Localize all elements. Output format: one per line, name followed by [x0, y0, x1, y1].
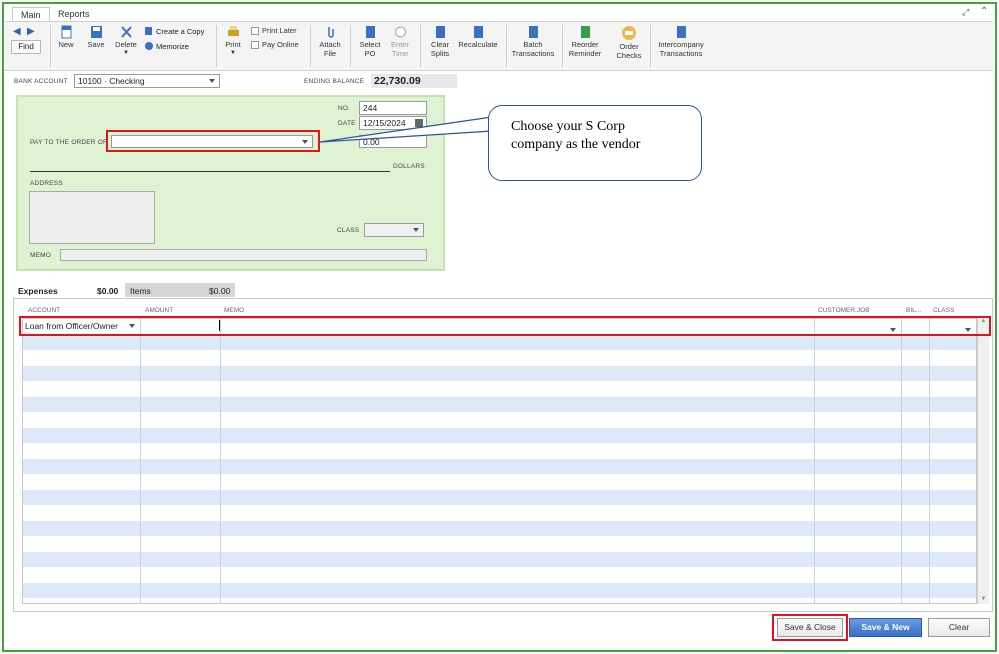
save-new-button[interactable]: Save & New — [849, 618, 922, 637]
date-label: DATE — [338, 120, 356, 127]
date-field[interactable]: 12/15/2024 — [359, 116, 427, 130]
col-account: ACCOUNT — [28, 307, 61, 314]
chevron-down-icon — [209, 79, 215, 83]
batch-icon — [528, 26, 538, 38]
table-row[interactable] — [23, 567, 976, 583]
table-row[interactable] — [23, 412, 976, 428]
col-customer-job: CUSTOMER:JOB — [818, 307, 870, 314]
next-arrow-icon[interactable]: ▶ — [27, 26, 35, 37]
delete-button[interactable]: Delete ▼ — [113, 25, 139, 58]
reorder-reminder-button[interactable]: Reorder Reminder — [566, 25, 604, 58]
table-row[interactable] — [23, 350, 976, 366]
find-button[interactable]: Find — [11, 40, 41, 54]
table-row[interactable] — [23, 520, 976, 536]
table-row[interactable] — [23, 505, 976, 521]
class-label: CLASS — [337, 227, 360, 234]
checkbox-box — [251, 40, 259, 49]
callout-line-1: Choose your S Corp — [511, 119, 625, 134]
clear-splits-icon — [435, 26, 445, 38]
col-billable: BIL... — [906, 307, 922, 314]
check-no-label: NO. — [338, 105, 351, 112]
table-row[interactable] — [23, 427, 976, 443]
intercompany-transactions-button[interactable]: Intercompany Transactions — [654, 25, 708, 58]
new-icon — [61, 25, 71, 39]
table-row[interactable] — [23, 443, 976, 459]
table-row[interactable] — [23, 489, 976, 505]
reorder-icon — [580, 26, 590, 38]
table-row[interactable] — [23, 365, 976, 381]
clear-button[interactable]: Clear — [928, 618, 990, 637]
dollars-label: DOLLARS — [393, 163, 425, 170]
callout-line-2: company as the vendor — [511, 137, 641, 152]
delete-x-icon — [120, 26, 132, 38]
col-class: CLASS — [933, 307, 955, 314]
prev-arrow-icon[interactable]: ◀ — [13, 26, 21, 37]
memorize-icon — [145, 42, 153, 50]
table-row[interactable] — [23, 551, 976, 567]
memo-label: MEMO — [30, 252, 52, 259]
col-memo: MEMO — [224, 307, 245, 314]
class-select[interactable] — [364, 223, 424, 237]
table-row[interactable] — [23, 334, 976, 350]
order-checks-icon — [622, 26, 636, 40]
grid-scrollbar[interactable]: ▲ ▼ — [977, 318, 989, 604]
tab-items[interactable]: Items $0.00 — [125, 283, 235, 297]
bank-account-label: BANK ACCOUNT — [14, 78, 68, 85]
checkbox-box — [251, 26, 259, 35]
row-highlight — [19, 316, 991, 336]
check-no-field[interactable]: 244 — [359, 101, 427, 115]
chevron-down-icon — [413, 228, 419, 232]
table-row[interactable] — [23, 381, 976, 397]
pay-to-label: PAY TO THE ORDER OF — [30, 139, 108, 146]
table-row[interactable] — [23, 582, 976, 598]
expenses-grid — [22, 318, 977, 604]
create-copy-button[interactable]: Create a Copy — [144, 26, 204, 36]
tab-reports[interactable]: Reports — [50, 7, 98, 22]
print-button[interactable]: Print ▼ — [222, 25, 244, 58]
intercompany-icon — [676, 26, 686, 38]
ending-balance-label: ENDING BALANCE — [304, 78, 365, 85]
scroll-down-icon[interactable]: ▼ — [978, 596, 989, 602]
select-po-button[interactable]: Select PO — [356, 25, 384, 58]
tab-main[interactable]: Main — [12, 7, 50, 22]
col-amount: AMOUNT — [145, 307, 174, 314]
save-button[interactable]: Save — [84, 25, 108, 49]
pay-online-checkbox[interactable]: Pay Online — [251, 40, 299, 49]
save-icon — [90, 26, 102, 38]
address-field[interactable] — [29, 191, 155, 244]
calendar-icon[interactable] — [415, 119, 423, 127]
callout-bubble: Choose your S Corp company as the vendor — [488, 105, 702, 181]
enter-time-button[interactable]: Enter Time — [386, 25, 414, 58]
amount-field[interactable]: 0.00 — [359, 135, 427, 148]
save-close-highlight — [772, 614, 848, 641]
expand-icon[interactable]: ⤢ — [962, 7, 969, 18]
collapse-icon[interactable]: ⌃ — [980, 6, 988, 17]
table-row[interactable] — [23, 396, 976, 412]
table-row[interactable] — [23, 458, 976, 474]
attach-file-button[interactable]: Attach File — [316, 25, 344, 58]
copy-icon — [145, 27, 152, 35]
paperclip-icon — [327, 27, 334, 38]
tab-expenses[interactable]: Expenses $0.00 — [13, 282, 121, 298]
memo-field[interactable] — [60, 249, 427, 261]
order-checks-button[interactable]: Order Checks — [612, 25, 646, 60]
recalculate-button[interactable]: Recalculate — [456, 25, 500, 49]
calculator-icon — [473, 26, 483, 38]
new-button[interactable]: New — [54, 25, 78, 49]
clear-splits-button[interactable]: Clear Splits — [426, 25, 454, 58]
payee-highlight — [106, 130, 320, 152]
table-row[interactable] — [23, 536, 976, 552]
select-po-icon — [365, 26, 375, 38]
printer-icon — [227, 26, 239, 36]
written-amount-line — [30, 171, 390, 172]
bank-account-select[interactable]: 10100 · Checking — [74, 74, 220, 88]
memorize-button[interactable]: Memorize — [144, 41, 189, 51]
table-row[interactable] — [23, 474, 976, 490]
print-later-checkbox[interactable]: Print Later — [251, 26, 297, 35]
clock-icon — [394, 26, 406, 38]
batch-transactions-button[interactable]: Batch Transactions — [510, 25, 556, 58]
ending-balance-value: 22,730.09 — [371, 74, 457, 88]
address-label: ADDRESS — [30, 180, 63, 187]
